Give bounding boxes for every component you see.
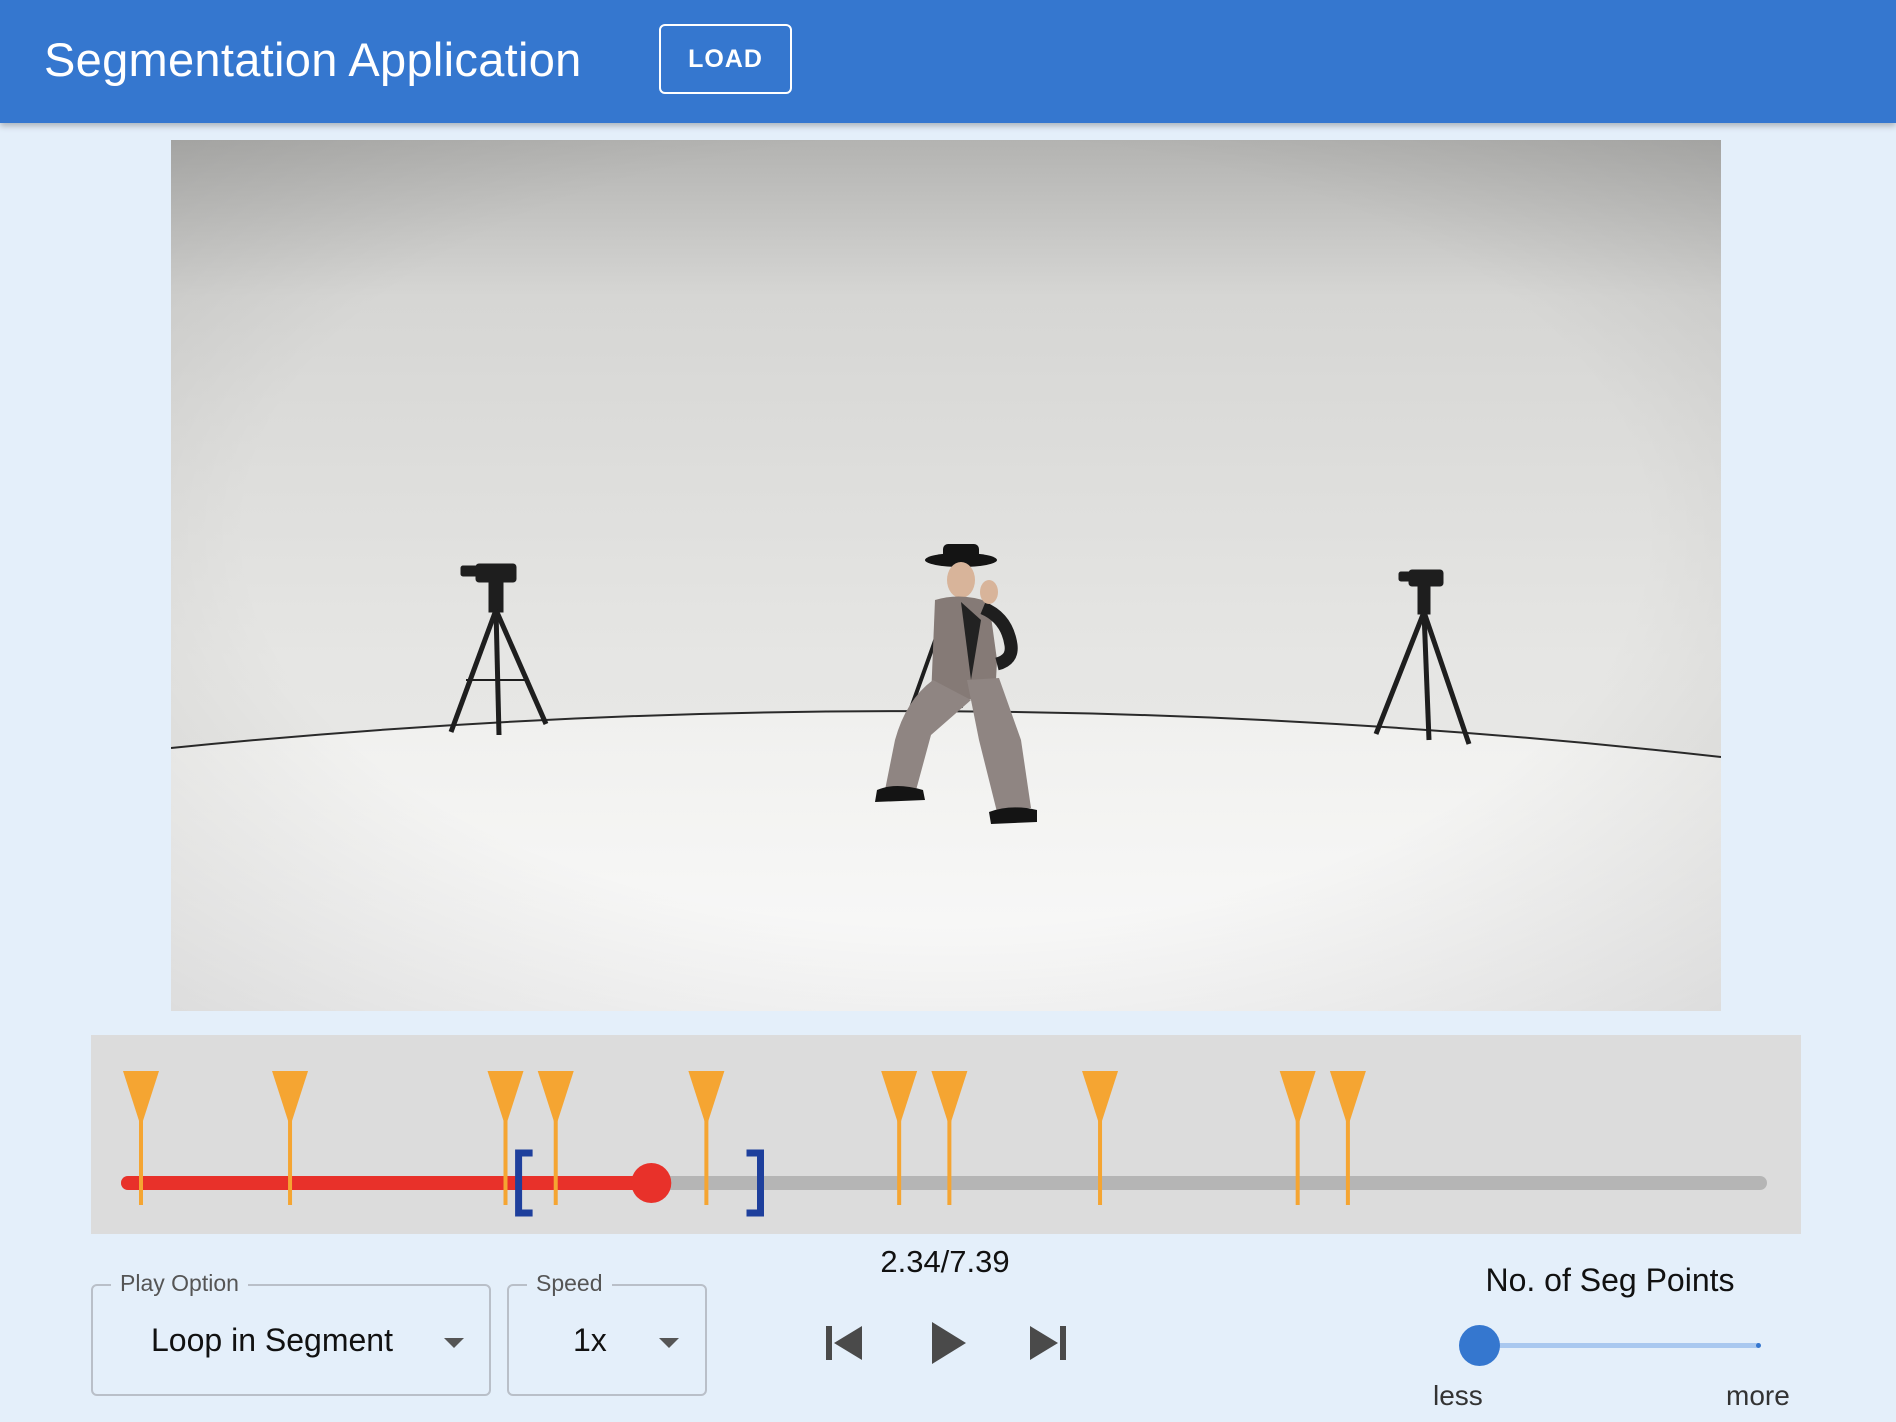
skip-previous-icon: [826, 1326, 862, 1360]
speed-select[interactable]: Speed 1x: [507, 1270, 707, 1396]
seg-points-slider-track[interactable]: [1480, 1343, 1760, 1348]
timeline-panel: [91, 1035, 1801, 1234]
video-player[interactable]: [171, 140, 1721, 1011]
seg-points-max-label: more: [1726, 1380, 1790, 1411]
speed-value: 1x: [573, 1322, 607, 1358]
skip-previous-button[interactable]: [818, 1318, 868, 1368]
playhead: [631, 1163, 672, 1203]
play-option-select[interactable]: Play Option Loop in Segment: [91, 1270, 491, 1396]
timeline-progress: [121, 1176, 652, 1190]
seg-points-slider-thumb[interactable]: [1459, 1325, 1500, 1366]
app-bar: Segmentation Application LOAD: [0, 0, 1896, 123]
load-button[interactable]: LOAD: [659, 24, 792, 94]
chevron-down-icon: [659, 1338, 679, 1348]
timeline[interactable]: [91, 1035, 1801, 1234]
chevron-down-icon: [444, 1338, 464, 1348]
play-option-label: Play Option: [111, 1270, 248, 1297]
skip-next-button[interactable]: [1024, 1318, 1074, 1368]
speed-label: Speed: [527, 1270, 612, 1297]
play-icon: [932, 1322, 966, 1364]
seg-points-min-label: less: [1433, 1380, 1483, 1411]
seg-points-title: No. of Seg Points: [1485, 1262, 1735, 1298]
play-option-value: Loop in Segment: [151, 1322, 393, 1358]
seg-points-slider-end: [1756, 1343, 1761, 1348]
time-readout: 2.34/7.39: [880, 1244, 1010, 1279]
app-title: Segmentation Application: [44, 33, 582, 86]
play-button[interactable]: [924, 1316, 974, 1370]
skip-next-icon: [1030, 1326, 1066, 1360]
